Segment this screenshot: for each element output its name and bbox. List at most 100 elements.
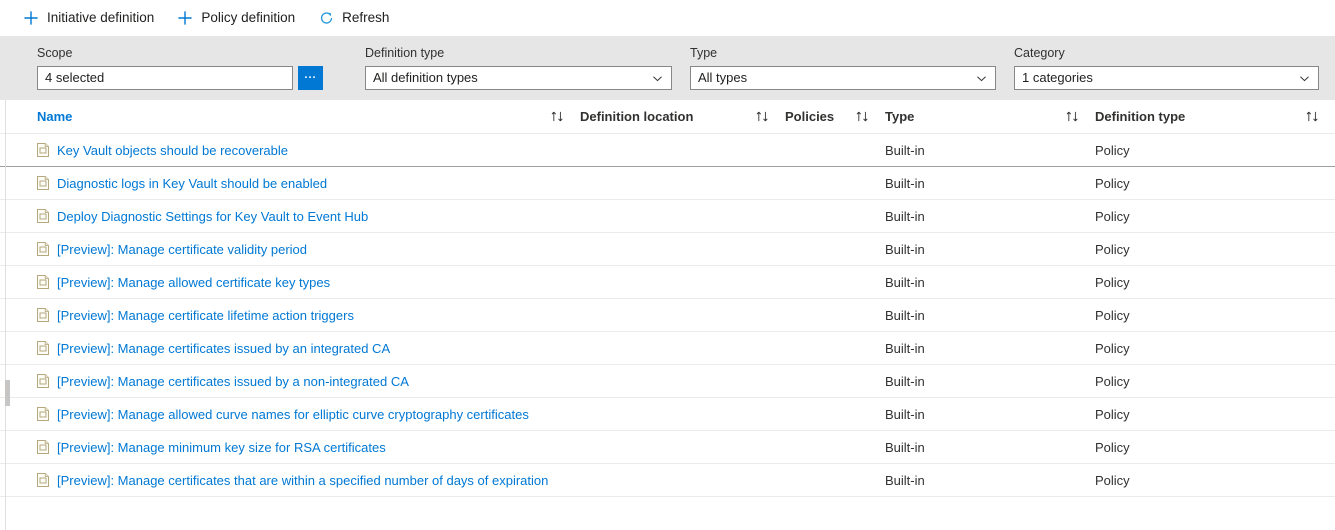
column-header-name-label: Name [37, 109, 72, 124]
sort-updown-icon[interactable] [1065, 110, 1081, 124]
column-header-definition-location-label: Definition location [580, 109, 693, 124]
sort-updown-icon[interactable] [755, 110, 771, 124]
policy-name-link[interactable]: [Preview]: Manage certificate lifetime a… [57, 308, 354, 323]
policy-name-link[interactable]: Deploy Diagnostic Settings for Key Vault… [57, 209, 368, 224]
cell-policies [785, 365, 885, 398]
cell-policies [785, 167, 885, 200]
cell-definition-location [580, 233, 785, 266]
policy-name-link[interactable]: [Preview]: Manage certificates issued by… [57, 374, 409, 389]
filter-bar: Scope 4 selected ... Definition type All… [0, 36, 1335, 100]
cell-definition-location [580, 431, 785, 464]
cell-type: Built-in [885, 398, 1095, 431]
cell-policies [785, 233, 885, 266]
table-row[interactable]: Key Vault objects should be recoverable B… [0, 134, 1335, 167]
table-row[interactable]: Deploy Diagnostic Settings for Key Vault… [0, 200, 1335, 233]
table-header-row: Name Definition location [0, 100, 1335, 134]
table-row[interactable]: [Preview]: Manage certificates that are … [0, 464, 1335, 497]
cell-definition-type: Policy [1095, 365, 1335, 398]
type-dropdown[interactable]: All types [690, 66, 996, 90]
policy-name-link[interactable]: Key Vault objects should be recoverable [57, 143, 288, 158]
cell-type: Built-in [885, 332, 1095, 365]
policy-name-link[interactable]: [Preview]: Manage allowed curve names fo… [57, 407, 529, 422]
initiative-definition-label: Initiative definition [47, 9, 154, 27]
column-header-policies-label: Policies [785, 109, 834, 124]
column-header-definition-type[interactable]: Definition type [1095, 100, 1335, 134]
category-filter: Category 1 categories [1014, 46, 1319, 90]
cell-definition-type: Policy [1095, 200, 1335, 233]
policy-definitions-table: Name Definition location [0, 100, 1335, 497]
policy-name-link[interactable]: [Preview]: Manage minimum key size for R… [57, 440, 386, 455]
column-header-type-label: Type [885, 109, 914, 124]
cell-policies [785, 266, 885, 299]
table-row[interactable]: [Preview]: Manage certificate lifetime a… [0, 299, 1335, 332]
column-header-definition-location[interactable]: Definition location [580, 100, 785, 134]
policy-definition-button[interactable]: Policy definition [176, 3, 305, 33]
plus-icon [176, 9, 194, 27]
column-header-name[interactable]: Name [0, 100, 580, 134]
page-scroll-track[interactable] [5, 100, 6, 530]
cell-definition-location [580, 365, 785, 398]
cell-definition-type: Policy [1095, 464, 1335, 497]
policy-name-link[interactable]: [Preview]: Manage certificates that are … [57, 473, 548, 488]
sort-updown-icon[interactable] [1305, 110, 1321, 124]
scope-picker-button[interactable]: ... [298, 66, 323, 90]
table-row[interactable]: [Preview]: Manage allowed certificate ke… [0, 266, 1335, 299]
table-row[interactable]: [Preview]: Manage certificates issued by… [0, 365, 1335, 398]
cell-policies [785, 134, 885, 167]
cell-definition-location [580, 167, 785, 200]
policy-document-icon [37, 143, 49, 157]
type-filter-label: Type [690, 46, 996, 61]
column-header-policies[interactable]: Policies [785, 100, 885, 134]
cell-type: Built-in [885, 266, 1095, 299]
table-row[interactable]: Diagnostic logs in Key Vault should be e… [0, 167, 1335, 200]
cell-type: Built-in [885, 464, 1095, 497]
cell-name: [Preview]: Manage certificate lifetime a… [0, 299, 580, 332]
column-header-type[interactable]: Type [885, 100, 1095, 134]
cell-policies [785, 332, 885, 365]
policy-document-icon [37, 473, 49, 487]
table-row[interactable]: [Preview]: Manage minimum key size for R… [0, 431, 1335, 464]
policy-document-icon [37, 341, 49, 355]
policy-name-link[interactable]: [Preview]: Manage allowed certificate ke… [57, 275, 330, 290]
policy-document-icon [37, 440, 49, 454]
cell-definition-type: Policy [1095, 299, 1335, 332]
cell-definition-type: Policy [1095, 167, 1335, 200]
definition-type-dropdown[interactable]: All definition types [365, 66, 672, 90]
table-row[interactable]: [Preview]: Manage certificate validity p… [0, 233, 1335, 266]
policy-document-icon [37, 407, 49, 421]
refresh-icon [317, 9, 335, 27]
page-scroll-thumb[interactable] [5, 380, 10, 406]
sort-updown-icon[interactable] [855, 110, 871, 124]
cell-definition-type: Policy [1095, 398, 1335, 431]
policy-definitions-grid: Name Definition location [0, 100, 1335, 530]
cell-definition-location [580, 299, 785, 332]
cell-type: Built-in [885, 233, 1095, 266]
cell-policies [785, 299, 885, 332]
category-dropdown[interactable]: 1 categories [1014, 66, 1319, 90]
policy-name-link[interactable]: [Preview]: Manage certificates issued by… [57, 341, 390, 356]
cell-definition-location [580, 134, 785, 167]
scope-input[interactable]: 4 selected [37, 66, 293, 90]
cell-definition-location [580, 200, 785, 233]
cell-policies [785, 431, 885, 464]
cell-definition-type: Policy [1095, 266, 1335, 299]
cell-name: [Preview]: Manage certificates issued by… [0, 365, 580, 398]
initiative-definition-button[interactable]: Initiative definition [22, 3, 164, 33]
table-row[interactable]: [Preview]: Manage allowed curve names fo… [0, 398, 1335, 431]
table-row[interactable]: [Preview]: Manage certificates issued by… [0, 332, 1335, 365]
chevron-down-icon [974, 71, 988, 85]
cell-policies [785, 464, 885, 497]
policy-name-link[interactable]: Diagnostic logs in Key Vault should be e… [57, 176, 327, 191]
scope-filter-label: Scope [37, 46, 338, 61]
refresh-button[interactable]: Refresh [317, 3, 399, 33]
policy-name-link[interactable]: [Preview]: Manage certificate validity p… [57, 242, 307, 257]
cell-type: Built-in [885, 134, 1095, 167]
cell-definition-type: Policy [1095, 332, 1335, 365]
policy-document-icon [37, 374, 49, 388]
scope-picker-label: ... [304, 72, 316, 78]
cell-name: [Preview]: Manage certificate validity p… [0, 233, 580, 266]
type-filter: Type All types [690, 46, 996, 90]
chevron-down-icon [650, 71, 664, 85]
definition-type-value: All definition types [373, 67, 644, 89]
sort-updown-icon[interactable] [550, 110, 566, 124]
